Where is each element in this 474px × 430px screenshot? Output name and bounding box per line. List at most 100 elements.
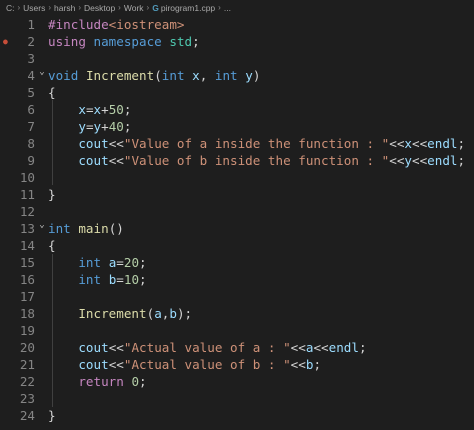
- code-line[interactable]: 12: [0, 203, 474, 220]
- breadcrumb-item[interactable]: Desktop: [84, 3, 115, 13]
- code-token: ;: [139, 272, 147, 287]
- line-number: 11: [19, 187, 35, 202]
- code-token: {: [48, 238, 56, 253]
- breadcrumb-item[interactable]: C:: [6, 3, 15, 13]
- code-line[interactable]: 7 y=y+40;: [0, 118, 474, 135]
- code-line[interactable]: 1 #include<iostream>: [0, 16, 474, 33]
- code-line[interactable]: 21 cout<<"Actual value of b : "<<b;: [0, 356, 474, 373]
- code-line[interactable]: 11}: [0, 186, 474, 203]
- code-token: <<: [290, 357, 306, 372]
- code-line[interactable]: 5{: [0, 84, 474, 101]
- code-line[interactable]: 24}: [0, 407, 474, 424]
- code-token: <<: [389, 153, 405, 168]
- code-token: int: [214, 68, 238, 83]
- code-token: int: [78, 272, 102, 287]
- code-text: #include<iostream>: [48, 16, 185, 33]
- code-line[interactable]: 15 int a=20;: [0, 254, 474, 271]
- code-token: <<: [108, 136, 124, 151]
- breadcrumb-item[interactable]: Users: [23, 3, 45, 13]
- code-token: x: [78, 102, 86, 117]
- code-line[interactable]: 17: [0, 288, 474, 305]
- line-number: 1: [27, 17, 35, 32]
- breadcrumb-item[interactable]: pirogram1.cpp: [161, 3, 215, 13]
- code-token: 40: [108, 119, 124, 134]
- code-token: <<: [412, 136, 428, 151]
- code-text: int main(): [48, 220, 124, 237]
- breadcrumb-item[interactable]: ...: [224, 3, 231, 13]
- code-line[interactable]: 16 int b=10;: [0, 271, 474, 288]
- code-token: <<: [389, 136, 405, 151]
- fold-chevron-down-icon[interactable]: ⌄: [38, 64, 46, 81]
- code-token: ;: [139, 374, 147, 389]
- line-number: 21: [19, 357, 35, 372]
- chevron-right-icon: ›: [218, 3, 221, 12]
- code-token: "Value of b inside the function : ": [123, 153, 390, 168]
- code-token: y: [93, 119, 102, 134]
- code-token: ;: [123, 102, 132, 117]
- code-line[interactable]: 9 cout<<"Value of b inside the function …: [0, 152, 474, 169]
- code-line[interactable]: 18 Increment(a,b);: [0, 305, 474, 322]
- code-line[interactable]: 23: [0, 390, 474, 407]
- code-editor[interactable]: 1 #include<iostream> ● 2 using namespace std…: [0, 15, 474, 430]
- code-line[interactable]: 14 {: [0, 237, 474, 254]
- code-text: cout<<"Value of b inside the function : …: [48, 152, 465, 169]
- line-number: 5: [27, 85, 35, 100]
- code-token: cout: [78, 153, 109, 168]
- line-number: 18: [19, 306, 35, 321]
- code-line[interactable]: 3: [0, 50, 474, 67]
- fold-chevron-down-icon[interactable]: ⌄: [38, 217, 46, 234]
- code-line[interactable]: 22 return 0;: [0, 373, 474, 390]
- code-token: <<: [290, 340, 306, 355]
- code-token: x: [192, 68, 200, 83]
- code-line[interactable]: 20 cout<<"Actual value of a : "<<a<<endl…: [0, 339, 474, 356]
- code-token: <iostream>: [108, 17, 185, 32]
- code-token: =: [116, 272, 124, 287]
- code-token: (): [108, 221, 124, 236]
- breakpoint-dot-icon[interactable]: ●: [3, 33, 8, 50]
- code-line[interactable]: 6 x=x+50;: [0, 101, 474, 118]
- code-line[interactable]: 8 cout<<"Value of a inside the function …: [0, 135, 474, 152]
- code-token: Increment: [78, 306, 147, 321]
- code-line[interactable]: 13 ⌄ int main(): [0, 220, 474, 237]
- code-token: #include: [48, 17, 109, 32]
- code-token: ;: [313, 357, 322, 372]
- code-token: int: [161, 68, 185, 83]
- code-text: return 0;: [48, 373, 147, 390]
- code-token: ,: [199, 68, 215, 83]
- code-text: x=x+50;: [48, 101, 131, 118]
- code-token: <<: [412, 153, 428, 168]
- code-text: Increment(a,b);: [48, 305, 192, 322]
- line-number: 6: [27, 102, 35, 117]
- breadcrumb-item[interactable]: harsh: [54, 3, 75, 13]
- code-text: void Increment(int x, int y): [48, 67, 260, 84]
- line-number: 7: [27, 119, 35, 134]
- code-line[interactable]: 4 ⌄ void Increment(int x, int y): [0, 67, 474, 84]
- line-number: 16: [19, 272, 35, 287]
- code-token: x: [93, 102, 102, 117]
- code-line[interactable]: 10: [0, 169, 474, 186]
- code-text: cout<<"Value of a inside the function : …: [48, 135, 465, 152]
- code-token: y: [78, 119, 86, 134]
- line-number: 3: [27, 51, 35, 66]
- code-token: ;: [192, 34, 200, 49]
- code-token: using: [48, 34, 86, 49]
- code-token: Increment: [85, 68, 155, 83]
- chevron-right-icon: ›: [17, 3, 21, 12]
- code-text: y=y+40;: [48, 118, 131, 135]
- code-token: =: [85, 119, 94, 134]
- breadcrumb-item[interactable]: Work: [124, 3, 144, 13]
- code-text: cout<<"Actual value of b : "<<b;: [48, 356, 321, 373]
- line-number: 13: [19, 221, 35, 236]
- code-token: ;: [123, 119, 132, 134]
- code-line[interactable]: ● 2 using namespace std;: [0, 33, 474, 50]
- code-line[interactable]: 19: [0, 322, 474, 339]
- code-token: cout: [78, 136, 109, 151]
- code-text: }: [48, 407, 56, 424]
